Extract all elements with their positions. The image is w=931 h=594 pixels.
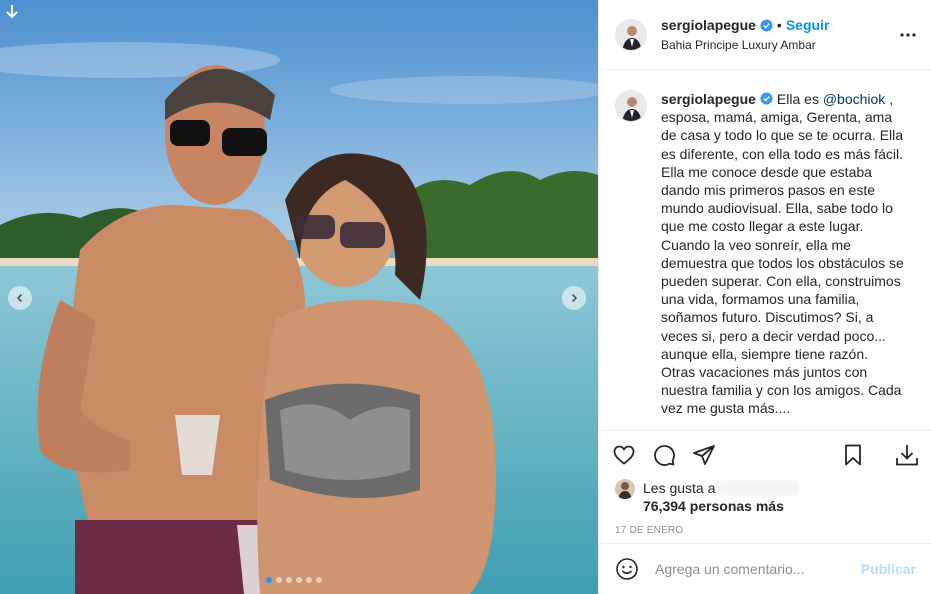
chevron-left-icon	[16, 293, 23, 303]
avatar-image	[615, 479, 635, 499]
liker-avatar[interactable]	[615, 479, 635, 499]
post-header: sergiolapegue • Seguir Bahia Principe Lu…	[599, 0, 931, 70]
likes-summary: Les gusta a 76,394 personas más	[599, 479, 931, 515]
caption-text: sergiolapegue Ella es @bochiok , esposa, …	[661, 90, 904, 418]
carousel-dot	[266, 577, 272, 583]
avatar-image	[616, 91, 646, 121]
bookmark-icon	[845, 444, 861, 466]
carousel-dot	[316, 577, 322, 583]
like-button[interactable]	[611, 442, 637, 468]
follow-button[interactable]: Seguir	[786, 17, 830, 33]
carousel-indicator	[266, 577, 322, 583]
comment-button[interactable]	[651, 442, 677, 468]
heart-icon	[613, 445, 635, 465]
author-avatar[interactable]	[615, 18, 647, 51]
author-username[interactable]: sergiolapegue	[661, 17, 756, 33]
save-button[interactable]	[840, 442, 866, 468]
avatar-image	[616, 19, 646, 50]
carousel-prev-button[interactable]	[8, 286, 32, 310]
caption: sergiolapegue Ella es @bochiok , esposa, …	[615, 90, 916, 418]
chevron-right-icon	[571, 293, 578, 303]
share-icon	[693, 445, 715, 465]
caption-author-avatar[interactable]	[615, 90, 647, 122]
likes-count[interactable]: 76,394 personas más	[643, 498, 784, 514]
publish-button[interactable]: Publicar	[861, 561, 916, 577]
post-actions: Les gusta a 76,394 personas más 17 DE EN…	[599, 430, 931, 536]
download-button[interactable]	[894, 442, 920, 468]
separator-dot: •	[776, 17, 782, 33]
blurred-username	[719, 481, 800, 495]
action-icons-bar	[599, 431, 931, 479]
caption-body-start: Ella es	[776, 91, 823, 107]
post-location[interactable]: Bahia Principe Luxury Ambar	[661, 38, 829, 52]
verified-badge-icon	[760, 92, 773, 105]
caption-mention-link[interactable]: @bochiok	[823, 91, 885, 107]
carousel-dot	[276, 577, 282, 583]
likes-prefix: Les gusta a	[643, 480, 716, 496]
share-button[interactable]	[691, 442, 717, 468]
download-icon	[896, 445, 918, 466]
post-photo[interactable]	[0, 0, 598, 594]
carousel-dot	[306, 577, 312, 583]
comment-icon	[654, 445, 675, 466]
caption-section: sergiolapegue Ella es @bochiok , esposa, …	[599, 70, 931, 430]
verified-badge-icon	[760, 18, 773, 32]
post-side-panel: sergiolapegue • Seguir Bahia Principe Lu…	[598, 0, 931, 594]
emoji-icon[interactable]	[615, 557, 639, 581]
comment-box: Publicar	[599, 543, 931, 594]
caption-username[interactable]: sergiolapegue	[661, 91, 756, 107]
post-date[interactable]: 17 DE ENERO	[599, 525, 931, 536]
comment-input[interactable]	[655, 561, 861, 577]
beach-photo	[0, 0, 598, 594]
carousel-next-button[interactable]	[562, 286, 586, 310]
carousel-dot	[286, 577, 292, 583]
carousel-dot	[296, 577, 302, 583]
more-options-icon[interactable]	[899, 26, 917, 44]
download-arrow-icon[interactable]	[4, 4, 20, 20]
caption-body: , esposa, mamá, amiga, Gerenta, ama de c…	[661, 91, 904, 417]
